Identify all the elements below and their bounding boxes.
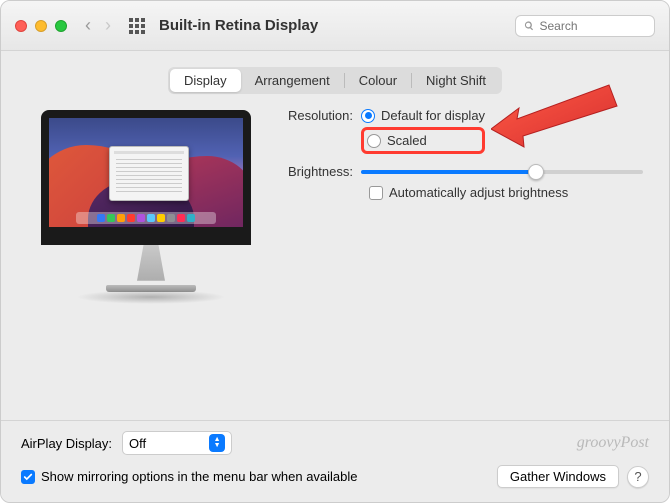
select-arrows-icon: ▲▼ [209, 434, 225, 452]
slider-thumb[interactable] [528, 164, 544, 180]
monitor-preview [21, 104, 281, 410]
checkbox-icon [369, 186, 383, 200]
radio-scaled-label: Scaled [387, 133, 427, 148]
nav-buttons: ‹ › [85, 15, 111, 36]
brightness-label: Brightness: [281, 164, 361, 179]
minimize-icon[interactable] [35, 20, 47, 32]
help-button[interactable]: ? [627, 466, 649, 488]
resolution-radio-group: Default for display Scaled [361, 108, 485, 154]
show-all-icon[interactable] [129, 18, 145, 34]
segmented-control: Display Arrangement Colour Night Shift [168, 67, 502, 94]
auto-brightness-label: Automatically adjust brightness [389, 185, 568, 200]
search-icon [524, 20, 534, 32]
checkbox-icon [21, 470, 35, 484]
slider-track [361, 170, 643, 174]
tab-night-shift[interactable]: Night Shift [412, 69, 500, 92]
search-input[interactable] [539, 19, 646, 33]
maximize-icon[interactable] [55, 20, 67, 32]
tab-display[interactable]: Display [170, 69, 241, 92]
titlebar: ‹ › Built-in Retina Display [1, 1, 669, 51]
airplay-label: AirPlay Display: [21, 436, 112, 451]
imac-illustration [41, 110, 261, 304]
brightness-row: Brightness: [281, 164, 649, 179]
dock-preview [76, 212, 216, 224]
tab-arrangement[interactable]: Arrangement [241, 69, 344, 92]
close-icon[interactable] [15, 20, 27, 32]
tab-colour[interactable]: Colour [345, 69, 411, 92]
airplay-select[interactable]: Off ▲▼ [122, 431, 232, 455]
scaled-highlight: Scaled [361, 127, 485, 154]
mirroring-checkbox[interactable]: Show mirroring options in the menu bar w… [21, 469, 358, 484]
auto-brightness-row[interactable]: Automatically adjust brightness [369, 185, 649, 200]
brightness-slider[interactable] [361, 170, 649, 174]
radio-icon [361, 109, 375, 123]
settings-column: Resolution: Default for display Scaled [281, 104, 649, 410]
watermark: groovyPost [577, 434, 649, 452]
radio-default-label: Default for display [381, 108, 485, 123]
footer-row-2: Show mirroring options in the menu bar w… [21, 465, 649, 488]
radio-icon [367, 134, 381, 148]
imac-shadow [76, 290, 226, 304]
prefs-window: ‹ › Built-in Retina Display Display Arra… [0, 0, 670, 503]
imac-stand [126, 245, 176, 287]
radio-scaled[interactable]: Scaled [367, 133, 427, 148]
back-button[interactable]: ‹ [85, 15, 91, 36]
content-area: Resolution: Default for display Scaled [1, 104, 669, 420]
search-field[interactable] [515, 15, 655, 37]
mirroring-label: Show mirroring options in the menu bar w… [41, 469, 358, 484]
airplay-row: AirPlay Display: Off ▲▼ groovyPost [21, 431, 649, 455]
resolution-label: Resolution: [281, 108, 361, 123]
window-title: Built-in Retina Display [159, 17, 318, 34]
forward-button[interactable]: › [105, 15, 111, 36]
resolution-row: Resolution: Default for display Scaled [281, 108, 649, 154]
airplay-value: Off [129, 436, 146, 451]
footer: AirPlay Display: Off ▲▼ groovyPost Show … [1, 420, 669, 502]
mini-window [109, 146, 189, 201]
traffic-lights [15, 20, 67, 32]
imac-screen [41, 110, 251, 245]
gather-windows-button[interactable]: Gather Windows [497, 465, 619, 488]
radio-default[interactable]: Default for display [361, 108, 485, 123]
annotation-arrow-icon [491, 84, 621, 157]
